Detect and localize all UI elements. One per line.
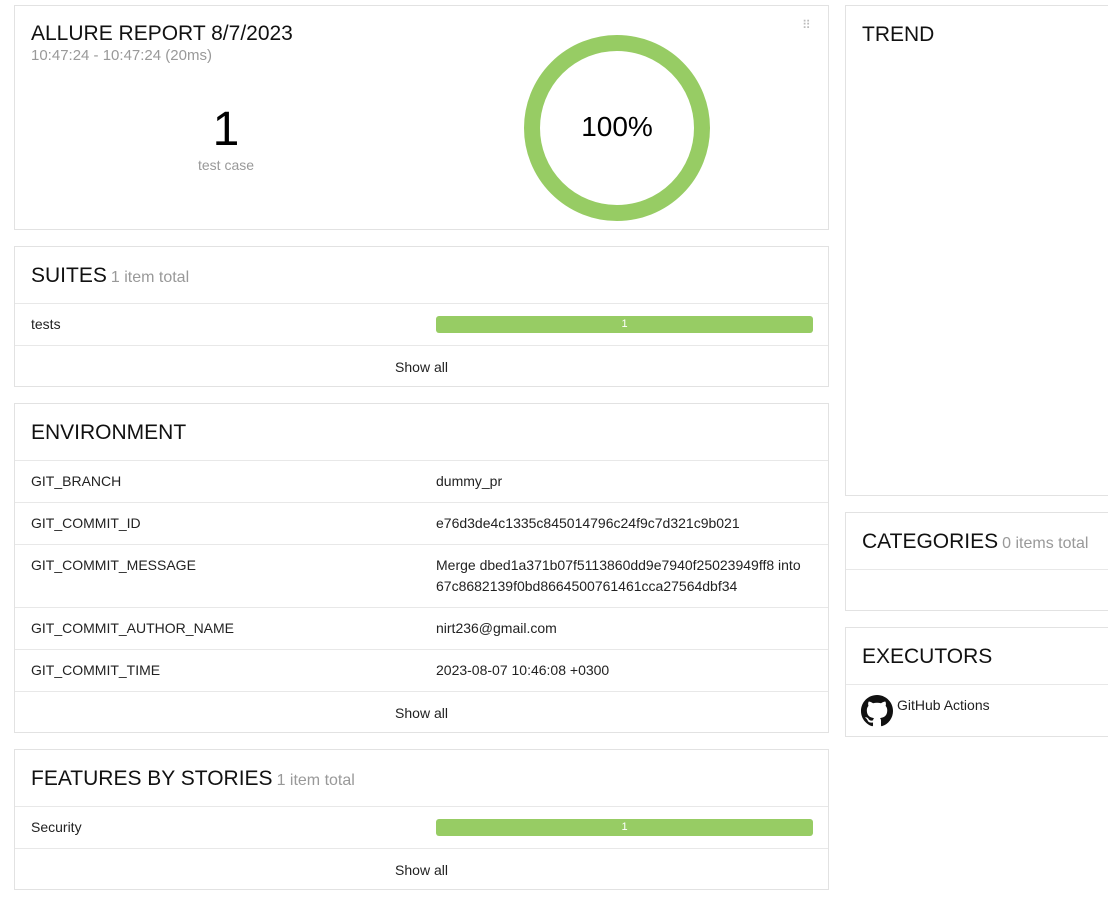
summary-widget: ALLURE REPORT 8/7/2023 10:47:24 - 10:47:… xyxy=(14,5,829,230)
env-value: 2023-08-07 10:46:08 +0300 xyxy=(436,662,610,678)
environment-title: ENVIRONMENT xyxy=(31,421,186,445)
suites-title-text: SUITES xyxy=(31,264,107,287)
categories-divider xyxy=(846,569,1108,570)
suite-status-bar[interactable]: 1 xyxy=(436,316,813,333)
env-row-git-commit-author-name: GIT_COMMIT_AUTHOR_NAME nirt236@gmail.com xyxy=(15,607,828,649)
env-row-git-commit-id: GIT_COMMIT_ID e76d3de4c1335c845014796c24… xyxy=(15,502,828,544)
env-value: dummy_pr xyxy=(436,473,503,489)
environment-title-text: ENVIRONMENT xyxy=(31,421,187,444)
report-time-range: 10:47:24 - 10:47:24 (20ms) xyxy=(31,47,212,64)
github-icon xyxy=(861,695,893,727)
test-count: 1 xyxy=(212,103,240,156)
categories-title-text: CATEGORIES xyxy=(862,530,999,553)
executor-item[interactable]: GitHub Actions xyxy=(846,684,1108,737)
features-count: 1 item total xyxy=(276,772,355,789)
report-title: ALLURE REPORT 8/7/2023 xyxy=(31,22,293,45)
env-row-git-commit-time: GIT_COMMIT_TIME 2023-08-07 10:46:08 +030… xyxy=(15,649,828,691)
drag-handle-icon[interactable]: ⠿ xyxy=(802,19,812,36)
features-show-all-row: Show all xyxy=(15,848,828,890)
env-key: GIT_COMMIT_MESSAGE xyxy=(31,557,196,573)
features-show-all-button[interactable]: Show all xyxy=(15,862,828,878)
suite-row[interactable]: tests 1 xyxy=(15,303,828,345)
environment-show-all-button[interactable]: Show all xyxy=(15,705,828,721)
feature-name: Security xyxy=(31,819,82,835)
env-key: GIT_COMMIT_ID xyxy=(31,515,141,531)
suites-show-all-button[interactable]: Show all xyxy=(15,359,828,375)
environment-show-all-row: Show all xyxy=(15,691,828,733)
executor-name: GitHub Actions xyxy=(897,697,990,713)
test-count-label: test case xyxy=(197,157,255,173)
suites-title: SUITES 1 item total xyxy=(31,264,189,288)
env-key: GIT_COMMIT_TIME xyxy=(31,662,161,678)
suite-name: tests xyxy=(31,316,61,332)
env-value: e76d3de4c1335c845014796c24f9c7d321c9b021 xyxy=(436,515,740,531)
categories-widget: CATEGORIES 0 items total xyxy=(845,512,1108,611)
feature-status-bar[interactable]: 1 xyxy=(436,819,813,836)
categories-title: CATEGORIES 0 items total xyxy=(862,530,1088,554)
features-title: FEATURES BY STORIES 1 item total xyxy=(31,767,355,791)
trend-title: TREND xyxy=(862,23,935,46)
env-row-git-branch: GIT_BRANCH dummy_pr xyxy=(15,460,828,502)
suites-widget: SUITES 1 item total tests 1 Show all xyxy=(14,246,829,387)
features-title-text: FEATURES BY STORIES xyxy=(31,767,273,790)
env-key: GIT_COMMIT_AUTHOR_NAME xyxy=(31,620,235,636)
trend-widget: TREND xyxy=(845,5,1108,496)
env-value: Merge dbed1a371b07f5113860dd9e7940f25023… xyxy=(436,557,801,594)
env-key: GIT_BRANCH xyxy=(31,473,122,489)
env-row-git-commit-message: GIT_COMMIT_MESSAGE Merge dbed1a371b07f51… xyxy=(15,544,828,607)
executors-widget: EXECUTORS GitHub Actions xyxy=(845,627,1108,737)
pass-rate-label: 100% xyxy=(581,111,653,142)
suites-count: 1 item total xyxy=(110,269,190,286)
features-widget: FEATURES BY STORIES 1 item total Security… xyxy=(14,749,829,890)
environment-widget: ENVIRONMENT GIT_BRANCH dummy_pr GIT_COMM… xyxy=(14,403,829,733)
categories-count: 0 items total xyxy=(1002,535,1089,552)
executors-title: EXECUTORS xyxy=(862,645,993,668)
env-value: nirt236@gmail.com xyxy=(436,620,557,636)
feature-row[interactable]: Security 1 xyxy=(15,806,828,848)
suites-show-all-row: Show all xyxy=(15,345,828,387)
